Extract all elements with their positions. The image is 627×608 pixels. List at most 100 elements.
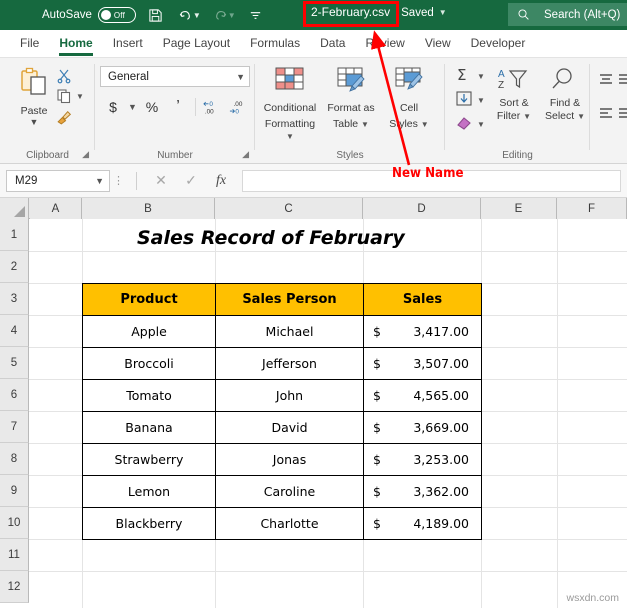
percent-style-button[interactable]: % [139,94,165,119]
customize-qat-icon[interactable] [246,5,266,25]
column-header-d[interactable]: D [363,198,481,219]
cell-sales[interactable]: $4,565.00 [364,380,482,412]
clear-button[interactable] [451,114,477,137]
autosum-dropdown-caret[interactable]: ▼ [477,72,485,81]
fill-button[interactable] [451,90,477,113]
row-header-10[interactable]: 10 [0,507,29,539]
align-center-button[interactable] [597,72,615,91]
cell-product[interactable]: Broccoli [83,348,216,380]
tab-developer[interactable]: Developer [461,32,536,56]
decrease-decimal-button[interactable]: .00 0 [226,94,252,119]
cell-sales[interactable]: $3,253.00 [364,444,482,476]
cell-sales-person[interactable]: Caroline [216,476,364,508]
undo-dropdown-caret[interactable]: ▼ [193,11,201,20]
cell-product[interactable]: Apple [83,316,216,348]
column-header-b[interactable]: B [82,198,215,219]
tab-data[interactable]: Data [310,32,355,56]
wrap-text-button[interactable] [619,106,627,125]
accounting-format-button[interactable]: $ [100,94,126,119]
cell-product[interactable]: Tomato [83,380,216,412]
column-header-e[interactable]: E [481,198,557,219]
chevron-down-icon[interactable]: ▼ [236,72,245,82]
row-header-3[interactable]: 3 [0,283,29,315]
saved-dropdown-caret[interactable]: ▼ [439,8,447,17]
number-dialog-launcher[interactable]: ◢ [242,149,249,160]
cell-product[interactable]: Blackberry [83,508,216,540]
cell-styles-button[interactable]: Cell Styles ▼ [379,64,439,131]
format-painter-button[interactable] [56,108,73,128]
autosum-button[interactable]: Σ [451,66,477,89]
chevron-down-icon[interactable]: ▼ [577,112,585,121]
row-header-8[interactable]: 8 [0,443,29,475]
file-name[interactable]: 2-February.csv [305,2,396,23]
paste-dropdown-caret[interactable]: ▼ [10,117,58,127]
cell-sales-person[interactable]: Jefferson [216,348,364,380]
cut-button[interactable] [56,68,72,87]
tab-home[interactable]: Home [49,32,102,56]
row-header-12[interactable]: 12 [0,571,29,603]
conditional-formatting-button[interactable]: Conditional Formatting ▼ [260,64,320,144]
cell-product[interactable]: Banana [83,412,216,444]
autosave-toggle[interactable]: Off [98,7,136,23]
cell-sales-person[interactable]: John [216,380,364,412]
number-format-select[interactable]: General ▼ [100,66,250,87]
header-product[interactable]: Product [83,284,216,316]
tab-insert[interactable]: Insert [103,32,153,56]
format-as-table-button[interactable]: Format as Table ▼ [321,64,381,131]
column-header-f[interactable]: F [557,198,627,219]
cell-product[interactable]: Strawberry [83,444,216,476]
cell-sales[interactable]: $4,189.00 [364,508,482,540]
document-title-area[interactable]: 2-February.csv Saved ▼ [305,2,447,23]
clear-dropdown-caret[interactable]: ▼ [477,120,485,129]
accounting-dropdown-caret[interactable]: ▼ [126,94,139,119]
row-header-2[interactable]: 2 [0,251,29,283]
tab-page-layout[interactable]: Page Layout [153,32,240,56]
search-input[interactable]: Search (Alt+Q) [508,3,627,26]
cell-sales-person[interactable]: Charlotte [216,508,364,540]
align-left-button[interactable] [597,106,615,125]
fx-icon[interactable]: fx [206,169,236,193]
chevron-down-icon[interactable]: ▼ [421,120,429,129]
cell-sales-person[interactable]: Michael [216,316,364,348]
header-sales[interactable]: Sales [364,284,482,316]
fill-dropdown-caret[interactable]: ▼ [477,96,485,105]
formula-bar-more-icon[interactable]: ⋮ [113,174,124,187]
cell-product[interactable]: Lemon [83,476,216,508]
row-header-7[interactable]: 7 [0,411,29,443]
cell-sales[interactable]: $3,417.00 [364,316,482,348]
copy-button[interactable] [56,88,72,107]
column-header-a[interactable]: A [30,198,82,219]
name-box[interactable]: M29 ▼ [6,170,110,192]
sort-and-filter-button[interactable]: A Z Sort & Filter ▼ [489,66,539,123]
cell-sales-person[interactable]: David [216,412,364,444]
chevron-down-icon[interactable]: ▼ [286,132,294,141]
increase-decimal-button[interactable]: 0 .00 [200,94,226,119]
paste-button[interactable]: Paste ▼ [10,66,58,127]
clipboard-dialog-launcher[interactable]: ◢ [82,149,89,160]
row-header-9[interactable]: 9 [0,475,29,507]
find-and-select-button[interactable]: Find & Select ▼ [540,66,590,123]
align-option-button[interactable] [619,72,627,91]
chevron-down-icon[interactable]: ▼ [361,120,369,129]
tab-file[interactable]: File [10,32,49,56]
chevron-down-icon[interactable]: ▼ [95,176,104,186]
tab-view[interactable]: View [415,32,461,56]
save-icon[interactable] [146,5,166,25]
cell-sales-person[interactable]: Jonas [216,444,364,476]
row-header-4[interactable]: 4 [0,315,29,347]
tab-formulas[interactable]: Formulas [240,32,310,56]
cell-sales[interactable]: $3,669.00 [364,412,482,444]
row-header-11[interactable]: 11 [0,539,29,571]
row-header-1[interactable]: 1 [0,219,29,251]
row-header-6[interactable]: 6 [0,379,29,411]
column-header-c[interactable]: C [215,198,363,219]
chevron-down-icon[interactable]: ▼ [523,112,531,121]
row-header-5[interactable]: 5 [0,347,29,379]
header-sales-person[interactable]: Sales Person [216,284,364,316]
select-all-corner[interactable] [0,198,29,219]
cell-sales[interactable]: $3,362.00 [364,476,482,508]
tab-review[interactable]: Review [355,32,414,56]
comma-style-button[interactable]: ’ [165,94,191,119]
copy-dropdown-caret[interactable]: ▼ [76,92,84,101]
cell-sales[interactable]: $3,507.00 [364,348,482,380]
